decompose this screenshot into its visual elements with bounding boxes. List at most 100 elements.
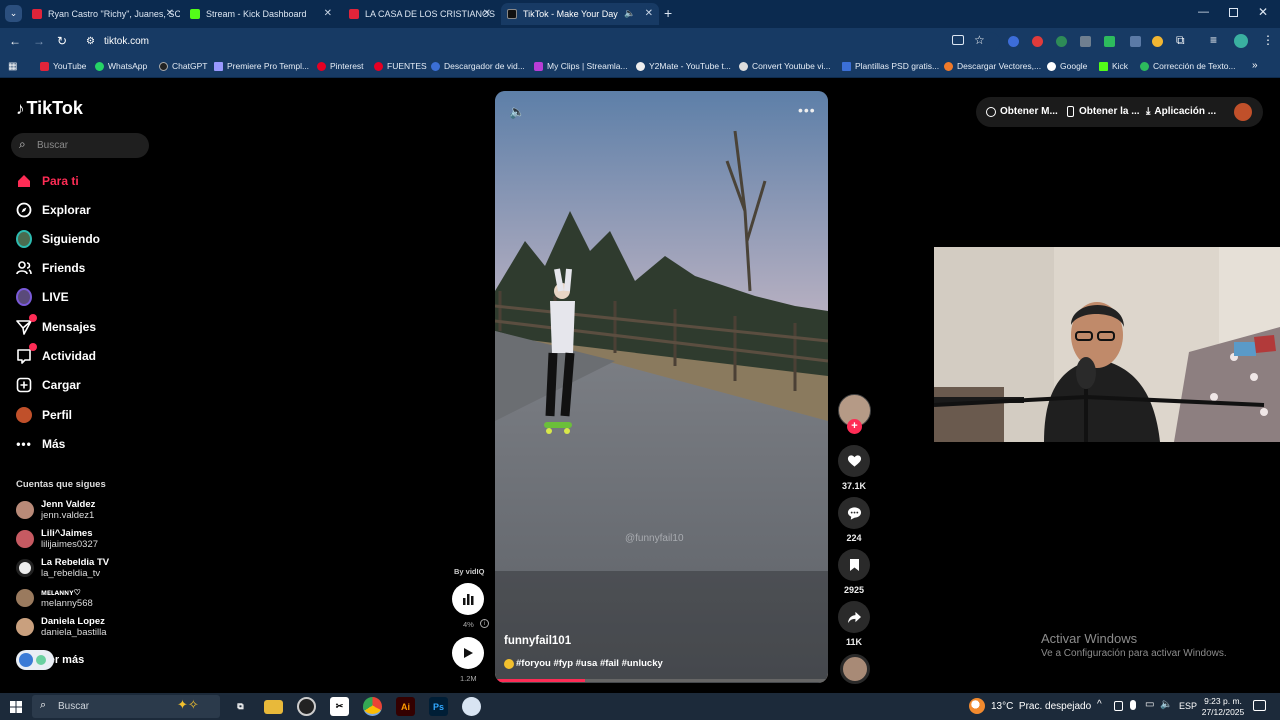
nav-mensajes[interactable]: Mensajes [16, 314, 96, 335]
forward-arrow-icon[interactable]: → [33, 34, 45, 48]
bookmark-item[interactable]: Premiere Pro Templ... [214, 61, 309, 71]
extension-icon[interactable] [1152, 36, 1163, 47]
site-info-icon[interactable]: ⚙ [86, 32, 95, 52]
tab-search-button[interactable]: ⌄ [5, 5, 22, 22]
bookmark-item[interactable]: Plantillas PSD gratis... [842, 61, 939, 71]
bookmark-item[interactable]: Descargar Vectores,... [944, 61, 1041, 71]
browser-menu-icon[interactable]: ⋮ [1262, 33, 1274, 47]
bookmark-item[interactable]: WhatsApp [95, 61, 147, 71]
app-icon[interactable] [462, 697, 481, 716]
nav-live[interactable]: LIVE [16, 288, 69, 306]
more-bookmarks-icon[interactable]: » [1252, 60, 1258, 71]
nav-actividad[interactable]: Actividad [16, 343, 96, 364]
browser-tab[interactable]: Stream - Kick Dashboard ✕ [184, 3, 338, 25]
nav-siguiendo[interactable]: Siguiendo [16, 230, 100, 248]
music-disc-avatar[interactable] [840, 654, 870, 684]
save-button[interactable] [838, 549, 870, 581]
close-tab-icon[interactable]: ✕ [166, 8, 174, 19]
following-account[interactable]: Lili^Jaimes lilijaimes0327 [16, 528, 98, 550]
bookmark-item[interactable]: Google [1047, 61, 1087, 71]
audio-playing-icon[interactable]: 🔈 [624, 8, 635, 19]
bookmark-item[interactable]: Y2Mate - YouTube t... [636, 61, 731, 71]
close-tab-icon[interactable]: ✕ [645, 8, 653, 19]
nav-friends[interactable]: Friends [16, 260, 85, 276]
close-tab-icon[interactable]: ✕ [483, 8, 491, 19]
tray-chevron-icon[interactable]: ^ [1097, 699, 1102, 710]
task-view-icon[interactable]: ⧉ [231, 697, 250, 716]
browser-tab[interactable]: LA CASA DE LOS CRISTIANOS ✕ [343, 3, 497, 25]
extension-icon[interactable] [1032, 36, 1043, 47]
network-icon[interactable]: ▭ [1145, 699, 1154, 710]
vidiq-stats-button[interactable] [452, 583, 484, 615]
obs-icon[interactable] [297, 697, 316, 716]
taskbar-search[interactable]: ⌕ Buscar ✦✧ [32, 695, 220, 718]
share-button[interactable] [838, 601, 870, 633]
nav-perfil[interactable]: Perfil [16, 407, 72, 423]
see-more-link[interactable]: Ver más [16, 650, 84, 670]
video-player[interactable]: @funnyfail10 🔈 ••• funnyfail101 #foryou … [495, 91, 828, 683]
following-account[interactable]: ᴍᴇʟᴀɴɴʏ♡ melanny568 [16, 587, 93, 609]
chrome-icon[interactable] [363, 697, 382, 716]
profile-avatar-icon[interactable] [1234, 34, 1248, 48]
bookmark-item[interactable]: Corrección de Texto... [1140, 61, 1236, 71]
following-account[interactable]: Jenn Valdez jenn.valdez1 [16, 499, 95, 521]
windows-start-icon[interactable] [6, 697, 25, 716]
new-tab-button[interactable]: + [664, 5, 672, 21]
tray-app-icon[interactable] [1114, 701, 1123, 711]
nav-para-ti[interactable]: Para ti [16, 173, 79, 189]
browser-tab[interactable]: Ryan Castro "Richy", Juanes, SC ✕ [26, 3, 180, 25]
clock-date[interactable]: 27/12/2025 [1201, 707, 1245, 717]
bookmark-item[interactable]: My Clips | Streamla... [534, 61, 628, 71]
microphone-icon[interactable] [1130, 700, 1136, 710]
nav-cargar[interactable]: Cargar [16, 377, 81, 393]
search-input[interactable]: ⌕ Buscar [11, 133, 149, 158]
following-account[interactable]: La Rebeldia TV la_rebeldia_tv [16, 557, 109, 579]
nav-explorar[interactable]: Explorar [16, 202, 91, 218]
install-app-icon[interactable] [952, 35, 964, 45]
bookmark-item[interactable]: YouTube [40, 61, 86, 71]
weather-text[interactable]: 13°C Prac. despejado [991, 701, 1091, 712]
photoshop-icon[interactable]: Ps [429, 697, 448, 716]
bookmark-star-icon[interactable]: ☆ [974, 33, 985, 47]
info-icon[interactable]: i [480, 619, 489, 628]
get-app-button[interactable]: Obtener la ... [1067, 106, 1140, 117]
video-progress-track[interactable] [495, 679, 828, 682]
browser-tab-active[interactable]: TikTok - Make Your Day 🔈 ✕ [501, 3, 659, 25]
bookmark-item[interactable]: Descargador de vid... [431, 61, 525, 71]
minimize-button[interactable]: — [1198, 6, 1209, 18]
file-explorer-icon[interactable] [264, 700, 283, 714]
address-bar[interactable]: ⚙ tiktok.com [80, 32, 1000, 52]
capcut-icon[interactable]: ✂ [330, 697, 349, 716]
close-window-button[interactable]: ✕ [1258, 5, 1268, 19]
restore-button[interactable] [1229, 8, 1238, 17]
user-avatar[interactable] [1234, 103, 1252, 121]
like-button[interactable] [838, 445, 870, 477]
more-options-icon[interactable]: ••• [798, 102, 816, 118]
bookmark-item[interactable]: Convert Youtube vi... [739, 61, 830, 71]
bookmark-item[interactable]: Pinterest [317, 61, 364, 71]
back-arrow-icon[interactable]: ← [9, 34, 21, 48]
extension-icon[interactable] [1056, 36, 1067, 47]
reload-icon[interactable]: ↻ [57, 34, 67, 48]
extension-icon[interactable] [1008, 36, 1019, 47]
clock-time[interactable]: 9:23 p. m. [1203, 696, 1243, 706]
close-tab-icon[interactable]: ✕ [324, 8, 332, 19]
illustrator-icon[interactable]: Ai [396, 697, 415, 716]
volume-icon[interactable]: 🔈 [509, 104, 525, 120]
extension-icon[interactable] [1130, 36, 1141, 47]
desktop-app-button[interactable]: ⤓ Aplicación ... [1146, 106, 1216, 117]
bookmark-item[interactable]: FUENTES [374, 61, 427, 71]
notifications-icon[interactable] [1253, 700, 1266, 711]
language-indicator[interactable]: ESP [1179, 701, 1197, 711]
comment-button[interactable] [838, 497, 870, 529]
extension-icon[interactable] [1080, 36, 1091, 47]
media-queue-icon[interactable]: ≡ [1210, 33, 1217, 47]
apps-grid-icon[interactable]: ▦ [8, 61, 17, 72]
extension-icon[interactable] [1104, 36, 1115, 47]
extensions-puzzle-icon[interactable]: ⧉ [1176, 33, 1185, 48]
volume-icon[interactable]: 🔈 [1160, 699, 1172, 710]
video-username[interactable]: funnyfail101 [504, 635, 571, 647]
nav-mas[interactable]: ••• Más [16, 436, 65, 452]
bookmark-item[interactable]: Kick [1099, 61, 1128, 71]
follow-plus-icon[interactable]: + [847, 419, 862, 434]
